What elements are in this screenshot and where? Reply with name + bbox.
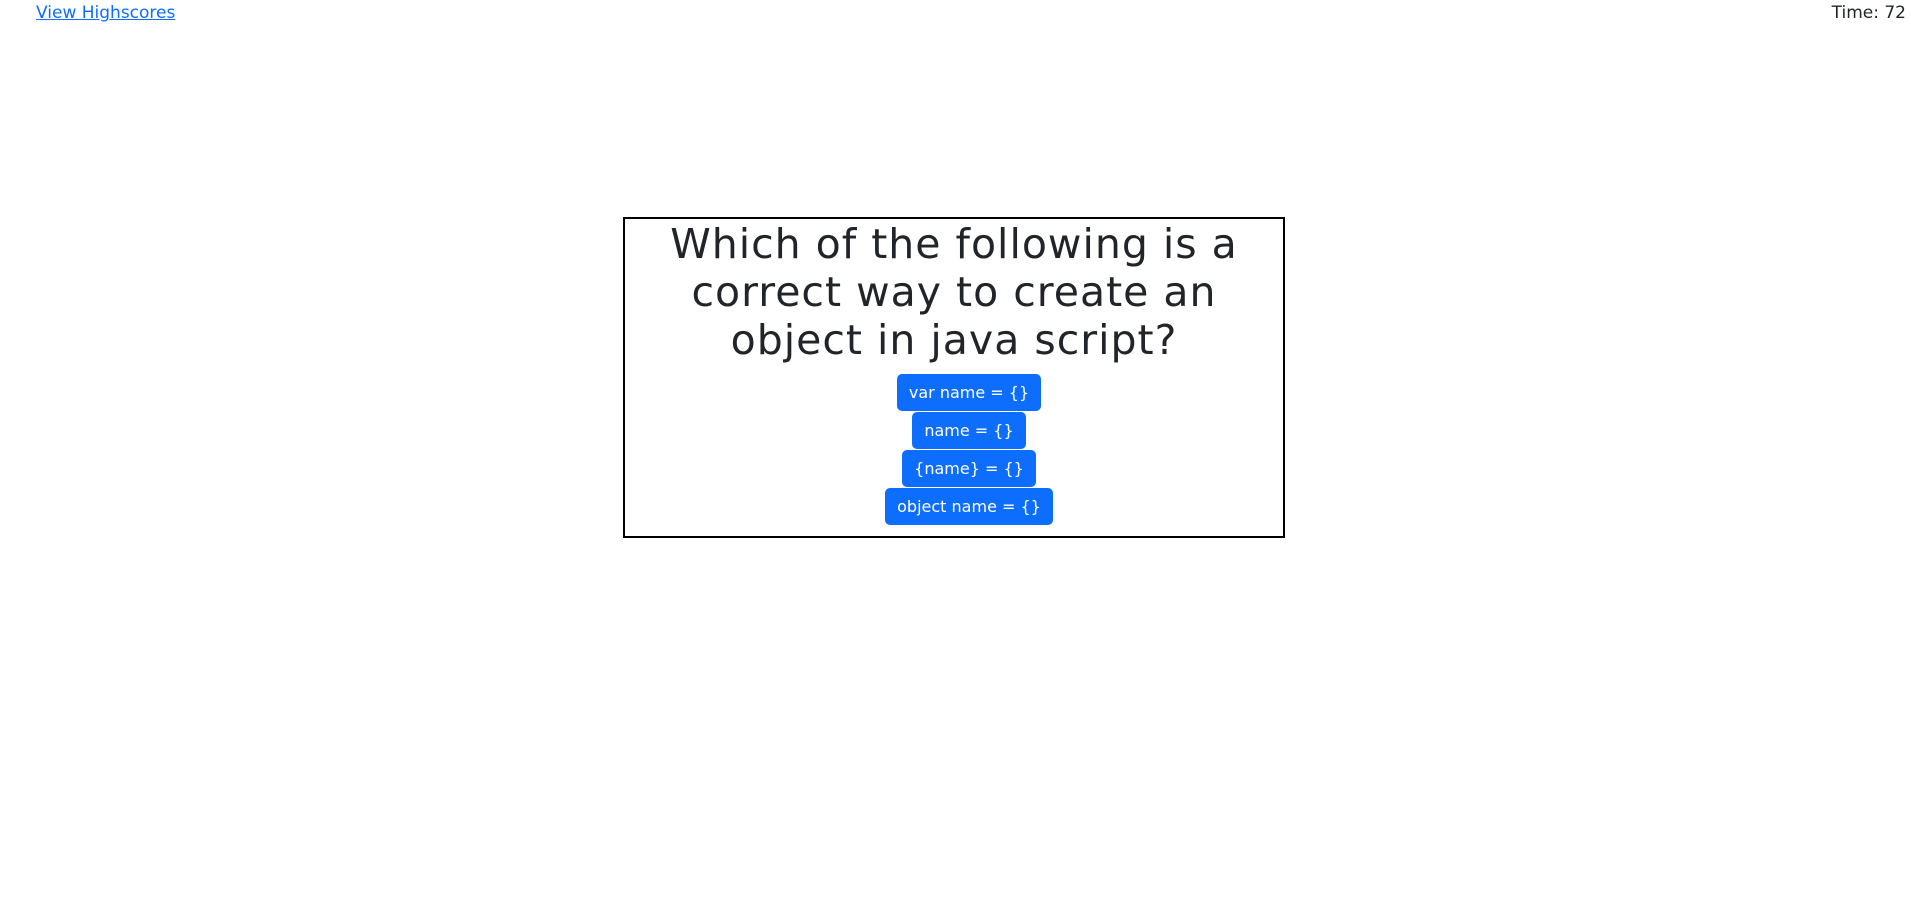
- question-text: Which of the following is a correct way …: [670, 220, 1238, 364]
- answer-button-3[interactable]: {name} = {}: [902, 450, 1036, 487]
- quiz-page: View Highscores Time: 72 Which of the fo…: [0, 0, 1911, 910]
- timer-label: Time:: [1831, 3, 1879, 23]
- answer-button-1[interactable]: var name = {}: [896, 374, 1042, 411]
- question-card: Which of the following is a correct way …: [623, 217, 1285, 538]
- answer-button-2[interactable]: name = {}: [912, 412, 1026, 449]
- timer-value: 72: [1884, 3, 1906, 23]
- answer-button-4[interactable]: object name = {}: [885, 488, 1053, 525]
- view-highscores-link[interactable]: View Highscores: [36, 3, 175, 23]
- timer: Time: 72: [1832, 3, 1906, 23]
- answer-choices: var name = {} name = {} {name} = {} obje…: [640, 374, 1298, 526]
